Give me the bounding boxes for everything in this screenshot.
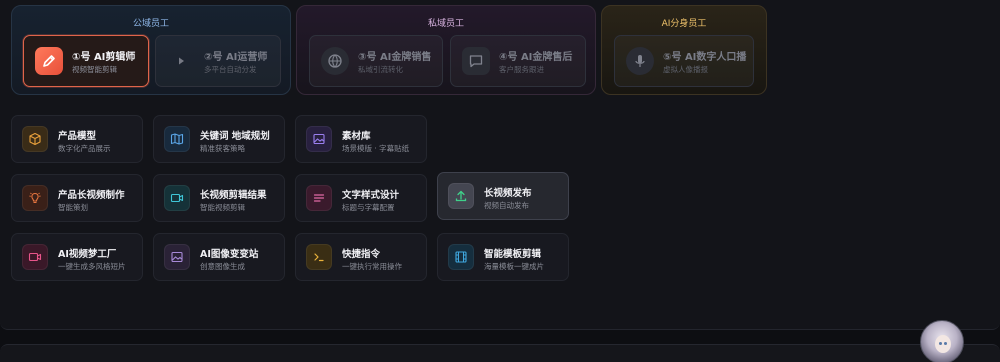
tool-desc: 一键执行常用操作 xyxy=(342,262,402,271)
tool-title: 文字样式设计 xyxy=(342,190,400,201)
map-icon xyxy=(164,126,190,152)
upload-icon xyxy=(448,183,474,209)
main-panel: 公域员工 ①号 AI剪辑师 视频智能剪辑 ②号 AI运营师 多平台自动分发 私域… xyxy=(0,0,1000,330)
tool-desc: 数字化产品展示 xyxy=(58,144,111,153)
tool-title: 关键词 地域规划 xyxy=(200,131,270,142)
employee-sub: 视频智能剪辑 xyxy=(72,65,117,74)
tool-title: 快捷指令 xyxy=(342,249,381,260)
tool-card-keyword-region[interactable]: 关键词 地域规划 精准获客策略 xyxy=(153,115,285,163)
group-title: 公域员工 xyxy=(132,19,169,29)
employee-sub: 客户服务跟进 xyxy=(499,65,544,74)
tool-desc: 一键生成多风格短片 xyxy=(58,262,126,271)
tool-title: 产品模型 xyxy=(58,131,97,142)
tool-title: AI图像变变站 xyxy=(200,249,259,260)
tool-card-text-style-design[interactable]: 文字样式设计 标题与字幕配置 xyxy=(295,174,427,222)
tool-desc: 场景模版 · 字幕贴纸 xyxy=(342,144,410,153)
video-icon xyxy=(164,185,190,211)
picture-icon xyxy=(164,244,190,270)
tool-title: 素材库 xyxy=(342,131,371,142)
cube-icon xyxy=(22,126,48,152)
tool-title: AI视频梦工厂 xyxy=(58,249,117,260)
image-icon xyxy=(306,126,332,152)
employee-name: ④号 AI金牌售后 xyxy=(499,52,573,63)
group-clone-employees: AI分身员工 ⑤号 AI数字人口播 虚拟人像播报 xyxy=(601,5,767,95)
tool-card-asset-library[interactable]: 素材库 场景模版 · 字幕贴纸 xyxy=(295,115,427,163)
tool-desc: 智能视频剪辑 xyxy=(200,203,245,212)
employee-sub: 多平台自动分发 xyxy=(204,65,257,74)
employee-sub: 私域引流转化 xyxy=(358,65,403,74)
employee-card-aftersales[interactable]: ④号 AI金牌售后 客户服务跟进 xyxy=(450,35,586,87)
tool-card-smart-template-edit[interactable]: 智能模板剪辑 海量模板一键成片 xyxy=(437,233,569,281)
tool-card-quick-commands[interactable]: 快捷指令 一键执行常用操作 xyxy=(295,233,427,281)
group-title: AI分身员工 xyxy=(661,19,707,29)
tool-card-long-video-edit-result[interactable]: 长视频剪辑结果 智能视频剪辑 xyxy=(153,174,285,222)
avatar-eye xyxy=(944,342,947,345)
text-lines-icon xyxy=(306,185,332,211)
tool-card-ai-video-factory[interactable]: AI视频梦工厂 一键生成多风格短片 xyxy=(11,233,143,281)
employee-card-digital-human[interactable]: ⑤号 AI数字人口播 虚拟人像播报 xyxy=(614,35,754,87)
employee-name: ⑤号 AI数字人口播 xyxy=(663,52,747,63)
tool-card-long-video-publish[interactable]: 长视频发布 视频自动发布 xyxy=(437,172,569,220)
employee-card-editor[interactable]: ①号 AI剪辑师 视频智能剪辑 xyxy=(23,35,149,87)
terminal-icon xyxy=(306,244,332,270)
avatar-icon[interactable] xyxy=(920,320,964,362)
film-icon xyxy=(448,244,474,270)
employee-name: ③号 AI金牌销售 xyxy=(358,52,432,63)
bulb-icon xyxy=(22,185,48,211)
tool-desc: 创意图像生成 xyxy=(200,262,245,271)
group-private-employees: 私域员工 ③号 AI金牌销售 私域引流转化 ④号 AI金牌售后 客户服务跟进 xyxy=(296,5,596,95)
employee-card-operator[interactable]: ②号 AI运营师 多平台自动分发 xyxy=(155,35,281,87)
employee-name: ②号 AI运营师 xyxy=(204,52,268,63)
tool-desc: 海量模板一键成片 xyxy=(484,262,544,271)
employee-name: ①号 AI剪辑师 xyxy=(72,52,136,63)
bottom-input-bar[interactable] xyxy=(0,344,1000,362)
globe-icon xyxy=(321,47,349,75)
tool-title: 长视频剪辑结果 xyxy=(200,190,267,201)
tool-desc: 标题与字幕配置 xyxy=(342,203,395,212)
group-public-employees: 公域员工 ①号 AI剪辑师 视频智能剪辑 ②号 AI运营师 多平台自动分发 xyxy=(11,5,291,95)
camera-icon xyxy=(22,244,48,270)
employee-card-sales[interactable]: ③号 AI金牌销售 私域引流转化 xyxy=(309,35,443,87)
tool-desc: 视频自动发布 xyxy=(484,201,529,210)
tool-card-long-video-production[interactable]: 产品长视频制作 智能策划 xyxy=(11,174,143,222)
group-title: 私域员工 xyxy=(427,19,464,29)
chat-icon xyxy=(462,47,490,75)
play-icon xyxy=(167,47,195,75)
employee-sub: 虚拟人像播报 xyxy=(663,65,708,74)
avatar-face xyxy=(935,335,951,353)
tool-desc: 精准获客策略 xyxy=(200,144,245,153)
tool-card-product-model[interactable]: 产品模型 数字化产品展示 xyxy=(11,115,143,163)
tool-title: 产品长视频制作 xyxy=(58,190,125,201)
avatar-eye xyxy=(939,342,942,345)
pen-icon xyxy=(35,47,63,75)
tool-title: 长视频发布 xyxy=(484,188,532,199)
tool-desc: 智能策划 xyxy=(58,203,88,212)
mic-icon xyxy=(626,47,654,75)
tool-title: 智能模板剪辑 xyxy=(484,249,542,260)
tool-card-ai-image-station[interactable]: AI图像变变站 创意图像生成 xyxy=(153,233,285,281)
